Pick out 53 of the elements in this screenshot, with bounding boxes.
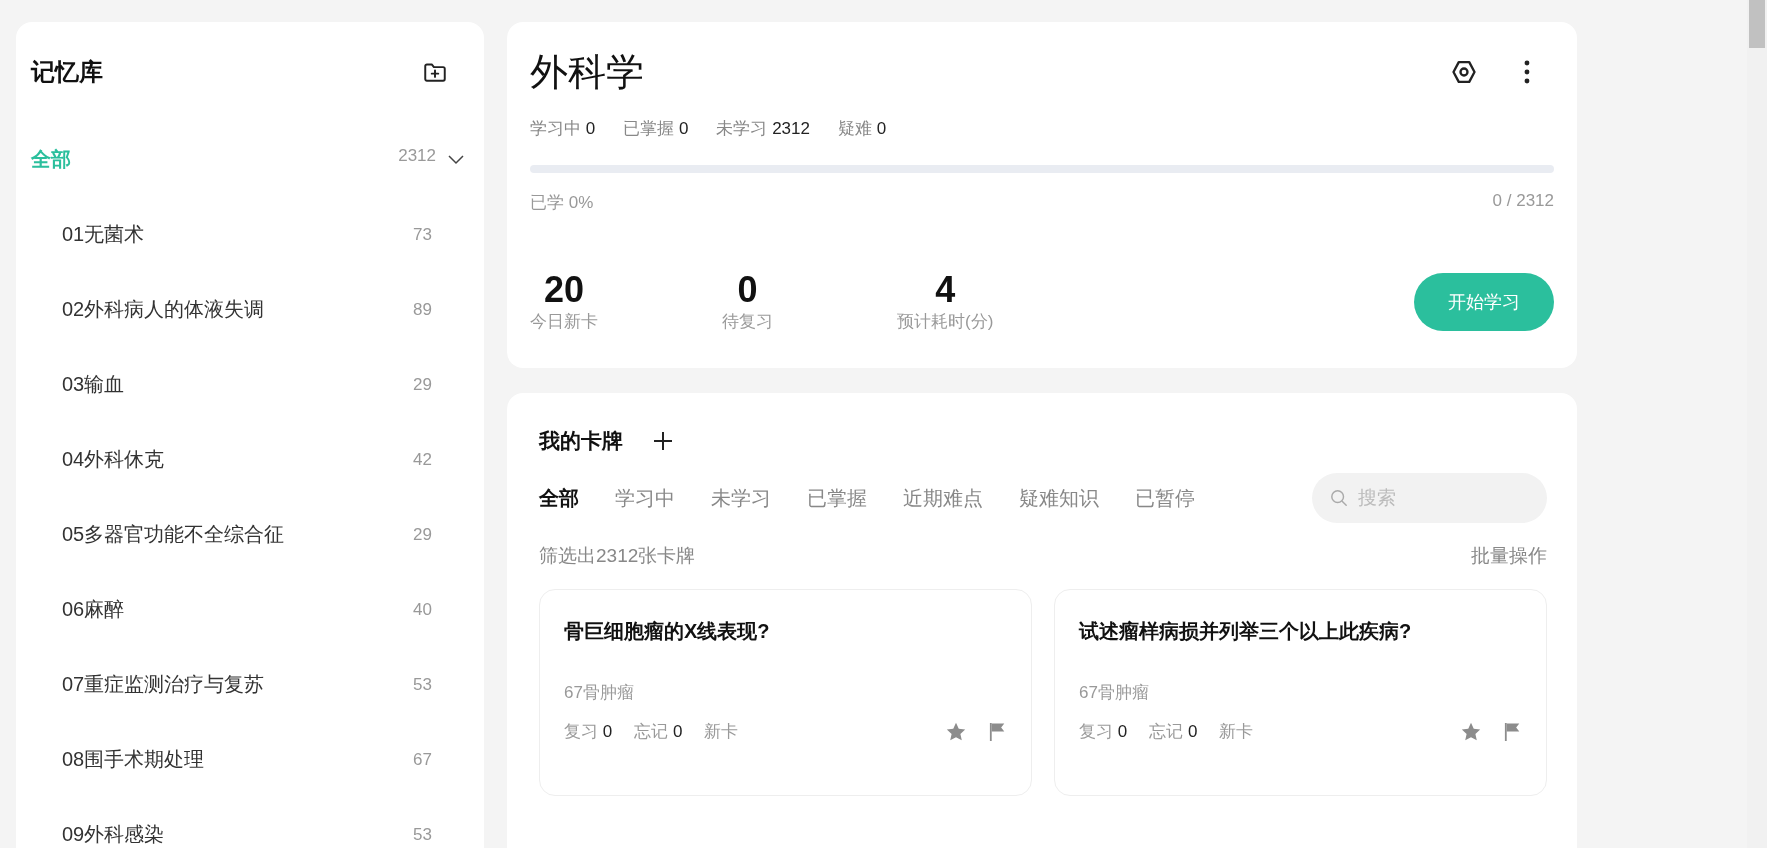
progress-label: 已学 0% — [530, 192, 594, 214]
metric-label: 今日新卡 — [530, 311, 598, 333]
deck-stat: 疑难 0 — [837, 118, 887, 140]
scrollbar-thumb[interactable] — [1749, 0, 1765, 48]
deck-stat: 已掌握 0 — [623, 118, 689, 140]
batch-action-link[interactable]: 批量操作 — [1471, 543, 1547, 569]
deck-stat: 未学习 2312 — [716, 118, 810, 140]
card-status: 新卡 — [1219, 721, 1254, 743]
metric-value: 4 — [935, 270, 956, 310]
filter-tab[interactable]: 全部 — [539, 484, 579, 512]
filter-tab[interactable]: 已掌握 — [807, 484, 867, 512]
deck-item[interactable]: 03输血 29 — [31, 347, 468, 422]
flashcard[interactable]: 骨巨细胞瘤的X线表现? 67骨肿瘤 复习 0 忘记 0 新卡 — [539, 589, 1032, 796]
card-question: 试述瘤样病损并列举三个以上此疾病? — [1079, 619, 1413, 644]
filter-tab[interactable]: 已暂停 — [1135, 484, 1195, 512]
card-deck-name: 67骨肿瘤 — [564, 682, 635, 704]
filter-tab[interactable]: 未学习 — [711, 484, 771, 512]
sidebar-title: 记忆库 — [31, 57, 103, 87]
deck-item[interactable]: 07重症监测治疗与复苏 53 — [31, 647, 468, 722]
deck-item[interactable]: 09外科感染 53 — [31, 797, 468, 848]
card-question: 骨巨细胞瘤的X线表现? — [564, 619, 771, 644]
deck-item[interactable]: 01无菌术 73 — [31, 197, 468, 272]
card-stat: 复习 0 — [564, 721, 613, 743]
metric-value: 0 — [737, 270, 758, 310]
filter-tab[interactable]: 学习中 — [615, 484, 675, 512]
section-title: 我的卡牌 — [539, 428, 623, 454]
deck-item[interactable]: 08围手术期处理 67 — [31, 722, 468, 797]
progress-count: 0 / 2312 — [1492, 191, 1554, 212]
deck-item[interactable]: 02外科病人的体液失调 89 — [31, 272, 468, 347]
metric-label: 待复习 — [722, 311, 773, 333]
deck-stat: 学习中 0 — [530, 118, 596, 140]
flag-icon[interactable] — [989, 721, 1007, 742]
more-icon[interactable] — [1524, 60, 1530, 84]
settings-icon[interactable] — [1450, 58, 1478, 86]
card-stat: 忘记 0 — [1149, 721, 1198, 743]
deck-item[interactable]: 05多器官功能不全综合征 29 — [31, 497, 468, 572]
search-icon — [1330, 489, 1348, 507]
metric-label: 预计耗时(分) — [897, 311, 994, 333]
card-stat: 忘记 0 — [634, 721, 683, 743]
filter-result-text: 筛选出2312张卡牌 — [539, 544, 696, 568]
flag-icon[interactable] — [1504, 721, 1522, 742]
filter-tab[interactable]: 近期难点 — [903, 484, 983, 512]
card-stat: 复习 0 — [1079, 721, 1128, 743]
metric-value: 20 — [543, 270, 584, 310]
deck-item[interactable]: 06麻醉 40 — [31, 572, 468, 647]
add-icon[interactable] — [653, 431, 673, 451]
deck-item[interactable]: 04外科休克 42 — [31, 422, 468, 497]
card-status: 新卡 — [704, 721, 739, 743]
deck-title: 外科学 — [530, 50, 644, 95]
flashcard[interactable]: 试述瘤样病损并列举三个以上此疾病? 67骨肿瘤 复习 0 忘记 0 新卡 — [1054, 589, 1547, 796]
filter-tab[interactable]: 疑难知识 — [1019, 484, 1099, 512]
card-deck-name: 67骨肿瘤 — [1079, 682, 1150, 704]
chevron-icon[interactable] — [448, 154, 464, 165]
